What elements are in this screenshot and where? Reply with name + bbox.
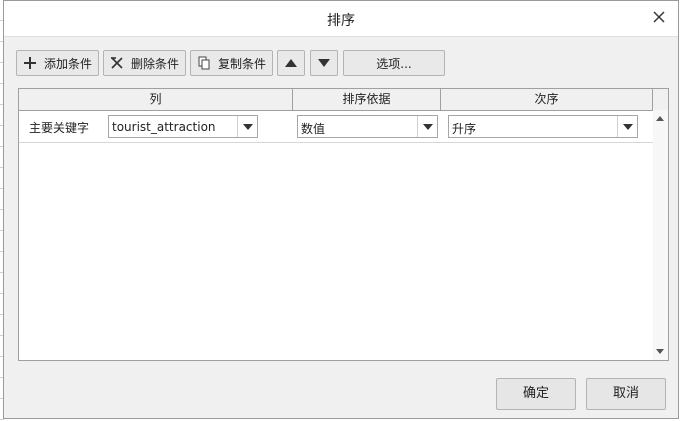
order-select-value: 升序 <box>452 122 477 136</box>
arrow-up-icon <box>285 59 297 67</box>
column-header-order: 次序 <box>441 89 653 110</box>
delete-icon <box>109 55 125 71</box>
column-header-column: 列 <box>19 89 293 110</box>
options-button[interactable]: 选项... <box>343 50 445 76</box>
column-header-sort-on: 排序依据 <box>293 89 441 110</box>
scroll-down-icon <box>656 349 664 354</box>
column-select[interactable]: tourist_attraction <box>108 115 258 138</box>
options-label: 选项... <box>376 56 412 71</box>
add-condition-label: 添加条件 <box>44 56 93 71</box>
order-select[interactable]: 升序 <box>448 115 638 138</box>
arrow-down-icon <box>318 59 330 67</box>
add-condition-button[interactable]: 添加条件 <box>16 50 99 76</box>
copy-condition-label: 复制条件 <box>218 56 267 71</box>
grid-header: 列 排序依据 次序 <box>19 89 653 111</box>
chevron-down-icon <box>237 116 257 137</box>
plus-icon <box>22 55 38 71</box>
close-icon <box>653 11 665 23</box>
table-row: 主要关键字 tourist_attraction 数值 升序 <box>19 111 653 143</box>
dialog-title: 排序 <box>327 13 355 29</box>
primary-key-label: 主要关键字 <box>29 121 90 135</box>
close-button[interactable] <box>650 8 668 26</box>
column-select-value: tourist_attraction <box>112 120 216 134</box>
sort-dialog: 排序 添加条件 删除条件 复制条件 选项... 列 排序依据 次序 主要关键字 … <box>3 0 679 419</box>
copy-condition-button[interactable]: 复制条件 <box>190 50 273 76</box>
vertical-scrollbar[interactable] <box>653 110 668 360</box>
chevron-down-icon <box>417 116 437 137</box>
ok-button[interactable]: 确定 <box>496 378 576 410</box>
chevron-down-icon <box>617 116 637 137</box>
scroll-up-icon <box>656 116 664 121</box>
sort-on-select-value: 数值 <box>301 122 326 136</box>
delete-condition-button[interactable]: 删除条件 <box>103 50 186 76</box>
sort-conditions-grid: 列 排序依据 次序 主要关键字 tourist_attraction 数值 升序 <box>18 88 669 361</box>
move-up-button[interactable] <box>277 50 305 76</box>
delete-condition-label: 删除条件 <box>131 56 180 71</box>
move-down-button[interactable] <box>310 50 338 76</box>
title-bar: 排序 <box>4 1 678 37</box>
scroll-corner <box>653 89 668 111</box>
copy-icon <box>196 55 212 71</box>
sort-on-select[interactable]: 数值 <box>297 115 438 138</box>
cancel-button[interactable]: 取消 <box>586 378 666 410</box>
